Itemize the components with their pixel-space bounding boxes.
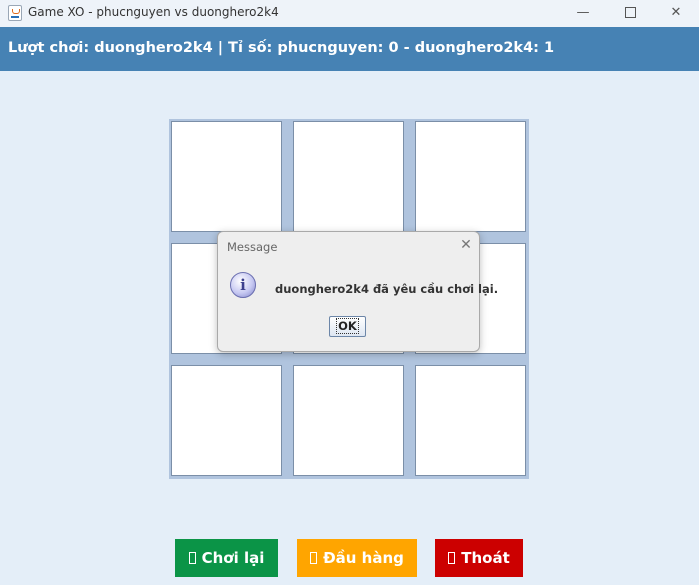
maximize-icon	[624, 7, 636, 18]
turn-score-label: Lượt chơi: duonghero2k4 | Tỉ số: phucngu…	[8, 40, 555, 56]
board-cell-1[interactable]	[171, 121, 282, 232]
surrender-button-label: Đầu hàng	[323, 549, 404, 567]
window-title: Game XO - phucnguyen vs duonghero2k4	[28, 5, 279, 19]
dialog-message: duonghero2k4 đã yêu cầu chơi lại.	[275, 282, 499, 296]
ok-button[interactable]: OK	[329, 316, 366, 337]
missing-glyph-icon	[310, 552, 318, 564]
java-app-icon	[8, 5, 22, 21]
missing-glyph-icon	[448, 552, 456, 564]
ok-button-label: OK	[336, 318, 359, 334]
board-cell-8[interactable]	[293, 365, 404, 476]
info-icon: i	[230, 272, 256, 298]
board-cell-2[interactable]	[293, 121, 404, 232]
dialog-close-icon[interactable]: ✕	[458, 237, 474, 253]
minimize-button[interactable]: —	[560, 0, 606, 27]
dialog-title: Message	[227, 240, 278, 254]
replay-button-label: Chơi lại	[201, 549, 265, 567]
quit-button-label: Thoát	[461, 549, 510, 567]
board-cell-3[interactable]	[415, 121, 526, 232]
message-dialog: Message ✕ i duonghero2k4 đã yêu cầu chơi…	[217, 231, 498, 352]
board-cell-7[interactable]	[171, 365, 282, 476]
window-titlebar: Game XO - phucnguyen vs duonghero2k4 — ✕	[0, 0, 699, 27]
maximize-button[interactable]	[607, 0, 653, 27]
missing-glyph-icon	[188, 552, 196, 564]
close-window-button[interactable]: ✕	[653, 0, 699, 27]
surrender-button[interactable]: Đầu hàng	[297, 539, 417, 577]
board-cell-9[interactable]	[415, 365, 526, 476]
quit-button[interactable]: Thoát	[435, 539, 523, 577]
replay-button[interactable]: Chơi lại	[175, 539, 278, 577]
status-bar: Lượt chơi: duonghero2k4 | Tỉ số: phucngu…	[0, 27, 699, 71]
